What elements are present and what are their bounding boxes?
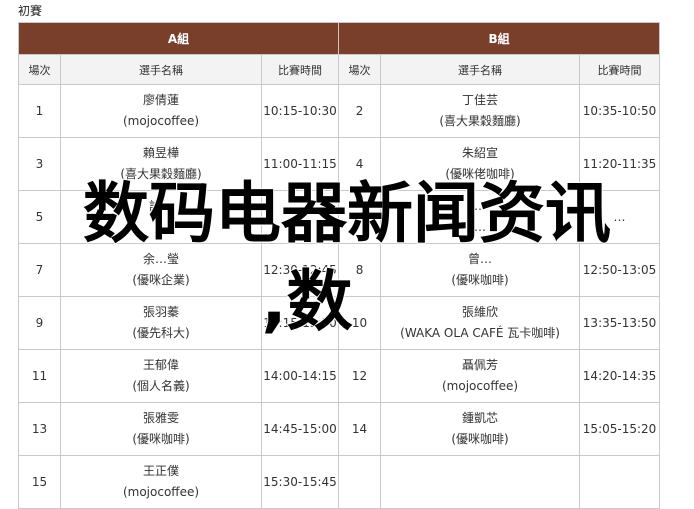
a-player-cell: 張雅雯 (優咪咖啡) [60,402,262,456]
player-affiliation: (優咪咖啡) [132,432,190,446]
player-name: 丁佳芸 [462,93,499,107]
group-a-header: A組 [17,22,340,55]
player-name: 聶佩芳 [462,358,499,372]
a-player-cell: 王正僕 (mojocoffee) [60,455,262,509]
b-player-cell: 聶佩芳 (mojocoffee) [380,349,581,403]
b-match-number: 12 [338,349,382,403]
player-affiliation: (個人名義) [132,379,190,393]
player-affiliation: (mojocoffee) [442,379,519,393]
b-player-cell: 丁佳芸 (喜大果穀麵廳) [380,84,581,138]
column-header-time: 比賽時間 [579,54,661,85]
b-player-cell: 鍾凱芯 (優咪咖啡) [380,402,581,456]
a-match-time: 15:30-15:45 [260,455,340,509]
player-name: 廖倩蓮 [142,93,179,107]
a-match-number: 13 [18,402,61,456]
a-player-cell: 王郁偉 (個人名義) [60,349,262,403]
b-match-time: 14:20-14:35 [579,349,661,403]
b-match-number: 14 [338,402,382,456]
column-header-time: 比賽時間 [260,54,340,85]
b-match-time: 15:05-15:20 [579,402,661,456]
b-match-number [338,455,382,509]
column-header-row: 場次 選手名稱 比賽時間 場次 選手名稱 比賽時間 [18,54,661,85]
player-affiliation: (優咪咖啡) [451,432,509,446]
player-affiliation: (mojocoffee) [122,114,200,128]
player-name: 王郁偉 [142,358,179,372]
table-row: 11 王郁偉 (個人名義) 14:00-14:15 12 聶佩芳 (mojocoffee) 1… [18,349,661,403]
player-name: 賴昱樺 [142,146,179,160]
a-match-number: 11 [18,349,61,403]
a-match-time: 14:00-14:15 [260,349,340,403]
column-header-player: 選手名稱 [380,54,581,85]
a-match-time: 10:15-10:30 [260,84,340,138]
b-match-time: 10:35-10:50 [579,84,661,138]
column-header-match: 場次 [18,54,61,85]
b-match-time [579,455,661,509]
player-name: 張雅雯 [142,411,179,425]
a-match-number: 1 [18,84,61,138]
column-header-player: 選手名稱 [60,54,262,85]
table-row: 1 廖倩蓮 (mojocoffee) 10:15-10:30 2 丁佳芸 (喜大果穀麵廳) 1… [18,84,661,138]
player-name: 王正僕 [142,464,179,478]
player-affiliation: (喜大果穀麵廳) [439,114,521,128]
group-b-header: B組 [338,22,661,55]
page-title: 初賽 [18,4,43,18]
table-row: 15 王正僕 (mojocoffee) 15:30-15:45 [18,455,661,509]
b-match-number: 2 [338,84,382,138]
group-header-row: A組 B組 [17,22,661,55]
b-player-cell [380,455,581,509]
watermark-overlay-text: 数码电器新闻资讯 [82,175,612,252]
player-affiliation: (mojocoffee) [122,485,200,499]
a-player-cell: 廖倩蓮 (mojocoffee) [60,84,262,138]
player-name: 鍾凱芯 [462,411,499,425]
column-header-match: 場次 [338,54,382,85]
watermark-overlay-text-2: ,数 [260,262,353,341]
table-row: 13 張雅雯 (優咪咖啡) 14:45-15:00 14 鍾凱芯 (優咪咖啡) 15:05-1… [18,402,661,456]
a-match-number: 15 [18,455,61,509]
player-name: 朱紹宣 [462,146,499,160]
a-match-time: 14:45-15:00 [260,402,340,456]
